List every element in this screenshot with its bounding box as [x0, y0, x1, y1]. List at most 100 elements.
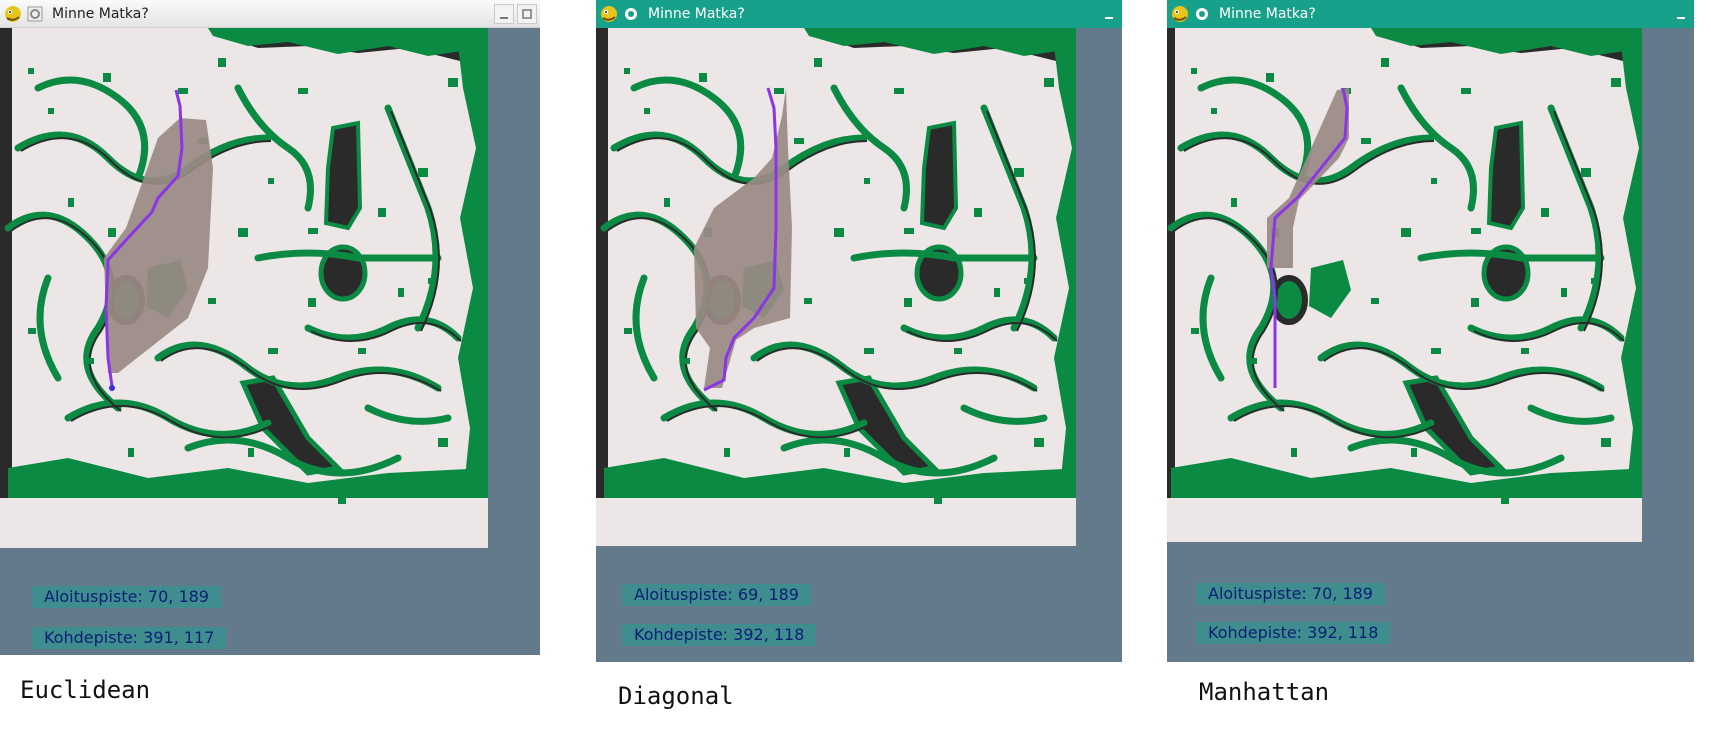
vegetation-speck [1581, 168, 1591, 177]
pond [1270, 275, 1308, 325]
vegetation-speck [1291, 448, 1297, 457]
vegetation-speck [298, 88, 308, 94]
window-title: Minne Matka? [1219, 6, 1316, 22]
vegetation-speck [1251, 358, 1257, 364]
vegetation-speck [1611, 78, 1621, 87]
vegetation-speck [974, 208, 982, 217]
vegetation-speck [28, 68, 34, 74]
terrain-map[interactable] [1167, 28, 1694, 542]
start-marker [109, 385, 115, 391]
vegetation-speck [864, 178, 870, 184]
vegetation-speck [1381, 58, 1389, 67]
minimize-button[interactable] [1671, 4, 1691, 24]
vegetation-speck [1044, 78, 1054, 87]
window-menu-icon[interactable] [1193, 5, 1211, 23]
maximize-button[interactable] [517, 3, 537, 24]
titlebar[interactable]: Minne Matka? [1167, 0, 1694, 28]
vegetation-speck [1034, 438, 1044, 447]
panel-edge [488, 28, 540, 548]
vegetation-speck [804, 298, 812, 304]
vegetation-speck [904, 298, 912, 307]
pygame-snake-icon [3, 4, 23, 24]
vegetation-speck [103, 73, 111, 82]
window-menu-icon[interactable] [622, 5, 640, 23]
vegetation-speck [68, 198, 74, 207]
titlebar[interactable]: Minne Matka? [596, 0, 1122, 28]
info-panel: Aloituspiste: 70, 189 Kohdepiste: 392, 1… [1167, 542, 1694, 662]
vegetation-speck [1461, 88, 1471, 94]
vegetation-speck [1014, 168, 1024, 177]
vegetation-speck [268, 348, 278, 354]
vegetation-speck [954, 348, 962, 354]
vegetation-speck [1361, 138, 1371, 144]
vegetation-speck [1591, 278, 1597, 284]
vegetation-speck [904, 228, 914, 234]
terrain-map[interactable] [0, 28, 540, 548]
vegetation-speck [1431, 178, 1437, 184]
window-title: Minne Matka? [52, 5, 149, 22]
vegetation-speck [1371, 298, 1379, 304]
vegetation-speck [699, 73, 707, 82]
panel-edge [1076, 28, 1122, 546]
vegetation-speck [644, 108, 650, 114]
heuristic-caption: Euclidean [20, 676, 151, 704]
vegetation-speck [448, 78, 458, 87]
vegetation-speck [1231, 198, 1237, 207]
vegetation-speck [428, 278, 434, 284]
vegetation-speck [338, 498, 346, 504]
vegetation-speck [28, 328, 36, 334]
rock-border [596, 28, 608, 498]
vegetation-speck [1561, 288, 1567, 297]
heuristic-caption: Manhattan [1199, 678, 1330, 706]
vegetation-speck [1411, 448, 1417, 457]
rock-formation [323, 120, 363, 231]
vegetation-speck [864, 348, 874, 354]
vegetation-speck [1024, 278, 1030, 284]
vegetation-speck [1601, 438, 1611, 447]
info-panel: Aloituspiste: 70, 189 Kohdepiste: 391, 1… [0, 548, 540, 655]
rock-border [0, 28, 12, 498]
vegetation-speck [308, 298, 316, 307]
vegetation-speck [378, 208, 386, 217]
vegetation-speck [1191, 68, 1197, 74]
vegetation-speck [418, 168, 428, 177]
minimize-button[interactable] [494, 3, 514, 24]
minimize-button[interactable] [1099, 4, 1119, 24]
vegetation-speck [438, 438, 448, 447]
vegetation-speck [1266, 73, 1274, 82]
vegetation-speck [1431, 348, 1441, 354]
panel-edge [1642, 28, 1694, 542]
vegetation-speck [358, 348, 366, 354]
vegetation-speck [308, 228, 318, 234]
vegetation-speck [794, 138, 804, 144]
window-menu-icon[interactable] [26, 5, 44, 23]
vegetation-speck [238, 228, 248, 237]
vegetation-speck [894, 88, 904, 94]
vegetation-speck [128, 448, 134, 457]
vegetation-speck [624, 328, 632, 334]
vegetation-speck [1211, 108, 1217, 114]
vegetation-speck [48, 108, 54, 114]
goal-point-label: Kohdepiste: 391, 117 [32, 627, 227, 649]
vegetation-speck [814, 58, 822, 67]
vegetation-speck [664, 198, 670, 207]
vegetation-speck [844, 448, 850, 457]
terrain-map[interactable] [596, 28, 1122, 546]
vegetation-speck [834, 228, 844, 237]
pygame-snake-icon [1170, 4, 1190, 24]
vegetation-speck [624, 68, 630, 74]
vegetation-speck [774, 88, 784, 94]
pygame-snake-icon [599, 4, 619, 24]
vegetation-speck [1521, 348, 1529, 354]
start-point-label: Aloituspiste: 70, 189 [32, 586, 221, 608]
start-point-label: Aloituspiste: 69, 189 [622, 584, 811, 606]
vegetation-speck [1401, 228, 1411, 237]
vegetation-speck [934, 498, 942, 504]
titlebar[interactable]: Minne Matka? [0, 0, 540, 28]
app-window-manhattan: Minne Matka? Aloituspiste: 70, 189 Kohde… [1167, 0, 1694, 706]
vegetation-speck [994, 288, 1000, 297]
vegetation-speck [248, 448, 254, 457]
vegetation-speck [108, 228, 116, 237]
goal-point-label: Kohdepiste: 392, 118 [1196, 622, 1391, 644]
goal-point-label: Kohdepiste: 392, 118 [622, 624, 817, 646]
